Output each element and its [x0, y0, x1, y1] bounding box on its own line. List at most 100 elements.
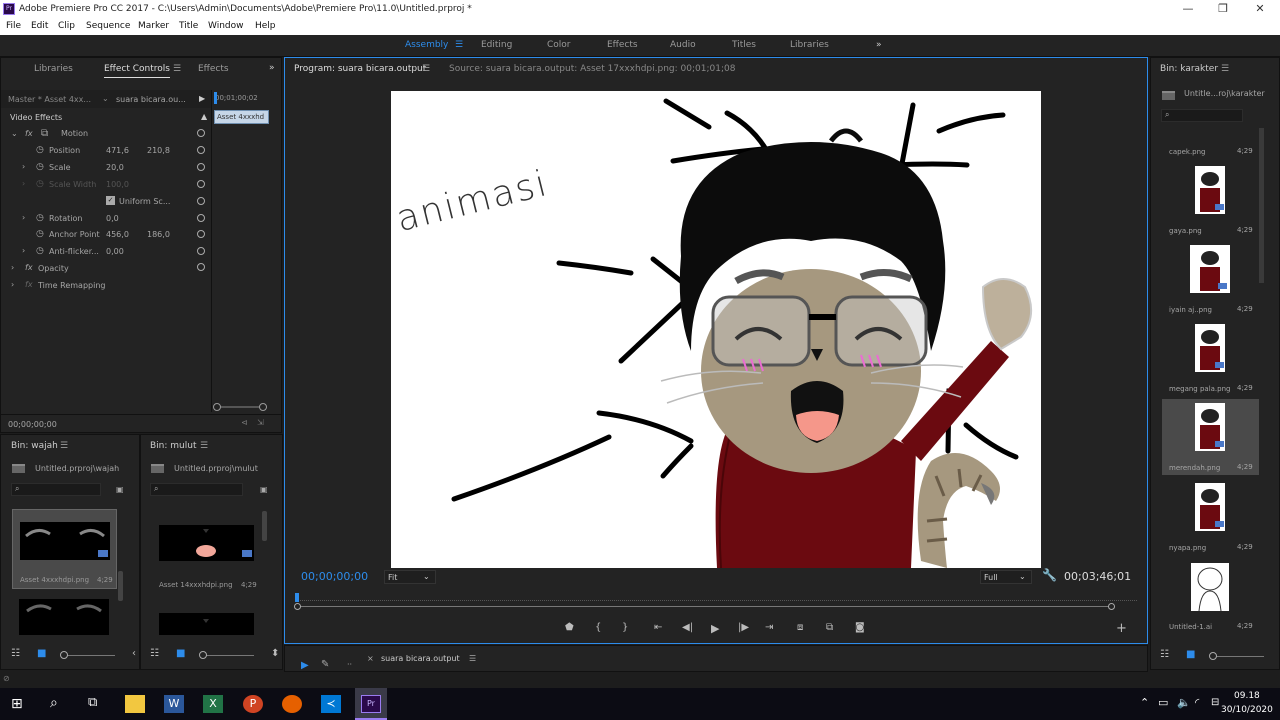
expand-arrow-icon[interactable]: › [11, 280, 14, 289]
reset-icon[interactable] [197, 214, 205, 222]
stopwatch-icon[interactable]: ◷ [36, 246, 44, 256]
chevron-up-icon[interactable]: ⌃ [1140, 696, 1149, 709]
overwrite-icon[interactable]: ⧉ [826, 622, 833, 633]
bin-wajah-title[interactable]: Bin: wajah [11, 441, 58, 451]
reset-icon[interactable] [197, 180, 205, 188]
time-ruler[interactable] [297, 600, 1137, 604]
bin-item-selected[interactable]: merendah.png 4;29 [1162, 399, 1259, 475]
export-icon[interactable]: ⇲ [257, 418, 264, 427]
zoom-slider-handle[interactable] [1209, 652, 1217, 660]
bin-item-name[interactable]: megang pala.png [1169, 385, 1230, 393]
powerpoint-icon[interactable]: P [243, 695, 263, 713]
tab-effect-controls[interactable]: Effect Controls [104, 64, 170, 74]
menu-edit[interactable]: Edit [31, 21, 48, 31]
tab-effects[interactable]: Effects [198, 64, 229, 74]
anti-flicker-value[interactable]: 0,00 [106, 247, 124, 256]
clip-thumbnail[interactable] [159, 613, 254, 635]
uniform-scale-checkbox[interactable]: ✓ [106, 196, 115, 205]
search-input[interactable] [1161, 109, 1243, 122]
ripple-tool-icon[interactable]: ✎ [321, 659, 329, 670]
collapse-up-icon[interactable]: ▲ [201, 112, 207, 121]
new-bin-icon[interactable]: ▣ [260, 485, 268, 494]
workspace-editing[interactable]: Editing [481, 40, 512, 50]
reset-icon[interactable] [197, 129, 205, 137]
new-bin-icon[interactable]: ▣ [116, 485, 124, 494]
expand-arrow-icon[interactable]: › [22, 213, 25, 222]
program-tab[interactable]: Program: suara bicara.output [294, 64, 426, 74]
bin-item-name[interactable]: gaya.png [1169, 227, 1202, 235]
stopwatch-icon[interactable]: ◷ [36, 145, 44, 155]
wifi-icon[interactable]: ◜ [1195, 696, 1199, 709]
chevron-down-icon[interactable]: ⌄ [102, 94, 109, 103]
clock-date[interactable]: 30/10/2020 [1221, 705, 1273, 715]
bin-item-name[interactable]: capek.png [1169, 148, 1206, 156]
clip-thumbnail[interactable] [1195, 166, 1225, 214]
reset-icon[interactable] [197, 263, 205, 271]
clip-thumbnail[interactable] [1195, 324, 1225, 372]
panel-menu-icon[interactable]: ☰ [173, 64, 181, 74]
volume-icon[interactable]: 🔈 [1177, 696, 1191, 709]
workspace-more-icon[interactable]: » [876, 40, 882, 50]
filter-icon[interactable]: ⊲ [241, 418, 248, 427]
position-y-value[interactable]: 210,8 [147, 146, 170, 155]
menu-help[interactable]: Help [255, 21, 276, 31]
workspace-titles[interactable]: Titles [732, 40, 756, 50]
firefox-icon[interactable] [282, 695, 302, 713]
scrollbar[interactable] [1259, 128, 1264, 283]
transform-icon[interactable]: ⧉ [41, 128, 48, 139]
clip-thumbnail[interactable] [19, 599, 109, 635]
zoom-slider[interactable] [202, 655, 254, 656]
minimize-button[interactable]: — [1173, 1, 1203, 17]
menu-sequence[interactable]: Sequence [86, 21, 130, 31]
bin-item-name[interactable]: Untitled-1.ai [1169, 623, 1212, 631]
menu-clip[interactable]: Clip [58, 21, 75, 31]
menu-marker[interactable]: Marker [138, 21, 169, 31]
fx-icon[interactable]: fx [25, 263, 33, 272]
workspace-assembly[interactable]: Assembly [405, 40, 448, 50]
clip-thumbnail[interactable] [159, 525, 254, 561]
reset-icon[interactable] [197, 197, 205, 205]
sequence-clip-label[interactable]: suara bicara.ou... [116, 95, 186, 104]
fit-dropdown[interactable]: Fit ⌄ [384, 570, 436, 584]
workspace-menu-icon[interactable]: ☰ [455, 40, 463, 50]
camera-icon[interactable]: ◙ [855, 622, 865, 633]
icon-view-icon[interactable]: ■ [37, 648, 46, 659]
reset-icon[interactable] [197, 163, 205, 171]
task-view-icon[interactable]: ⧉ [88, 695, 97, 710]
motion-expand-icon[interactable]: ⌄ [11, 129, 18, 138]
anchor-x-value[interactable]: 456,0 [106, 230, 129, 239]
add-marker-icon[interactable]: ⬟ [565, 622, 574, 633]
bin-mulut-title[interactable]: Bin: mulut [150, 441, 196, 451]
zoom-handle-left[interactable] [294, 603, 301, 610]
zoom-handle-left[interactable] [213, 403, 221, 411]
master-clip-label[interactable]: Master * Asset 4xx... [8, 95, 91, 104]
position-x-value[interactable]: 471,6 [106, 146, 129, 155]
step-forward-icon[interactable]: |▶ [738, 622, 749, 633]
video-canvas[interactable]: animasi [391, 91, 1041, 568]
word-icon[interactable]: W [164, 695, 184, 713]
go-to-in-icon[interactable]: ⇤ [654, 622, 662, 633]
stopwatch-icon[interactable]: ◷ [36, 213, 44, 223]
network-icon[interactable]: ▭ [1158, 696, 1168, 709]
go-to-out-icon[interactable]: ⇥ [765, 622, 773, 633]
panel-menu-icon[interactable]: ☰ [200, 441, 208, 451]
mini-playhead[interactable] [214, 92, 217, 104]
stopwatch-icon[interactable]: ◷ [36, 162, 44, 172]
close-button[interactable]: ✕ [1245, 1, 1275, 17]
menu-file[interactable]: File [6, 21, 21, 31]
search-icon[interactable]: ⌕ [50, 695, 58, 711]
playhead[interactable] [295, 593, 299, 602]
zoom-slider-handle[interactable] [199, 651, 207, 659]
workspace-libraries[interactable]: Libraries [790, 40, 829, 50]
close-tab-icon[interactable]: × [367, 654, 374, 663]
clip-thumbnail[interactable] [1190, 245, 1230, 293]
chevron-left-icon[interactable]: ‹ [132, 648, 136, 659]
playhead-timecode[interactable]: 00;00;00;00 [301, 570, 368, 583]
workspace-effects[interactable]: Effects [607, 40, 638, 50]
stepper-icon[interactable]: ⬍ [271, 648, 279, 659]
workspace-color[interactable]: Color [547, 40, 571, 50]
bin-karakter-title[interactable]: Bin: karakter [1160, 64, 1218, 74]
clip-bar[interactable]: Asset 4xxxhd [214, 110, 269, 124]
bin-item-selected[interactable]: Asset 4xxxhdpi.png 4;29 [12, 509, 117, 589]
scrollbar[interactable] [262, 511, 267, 541]
